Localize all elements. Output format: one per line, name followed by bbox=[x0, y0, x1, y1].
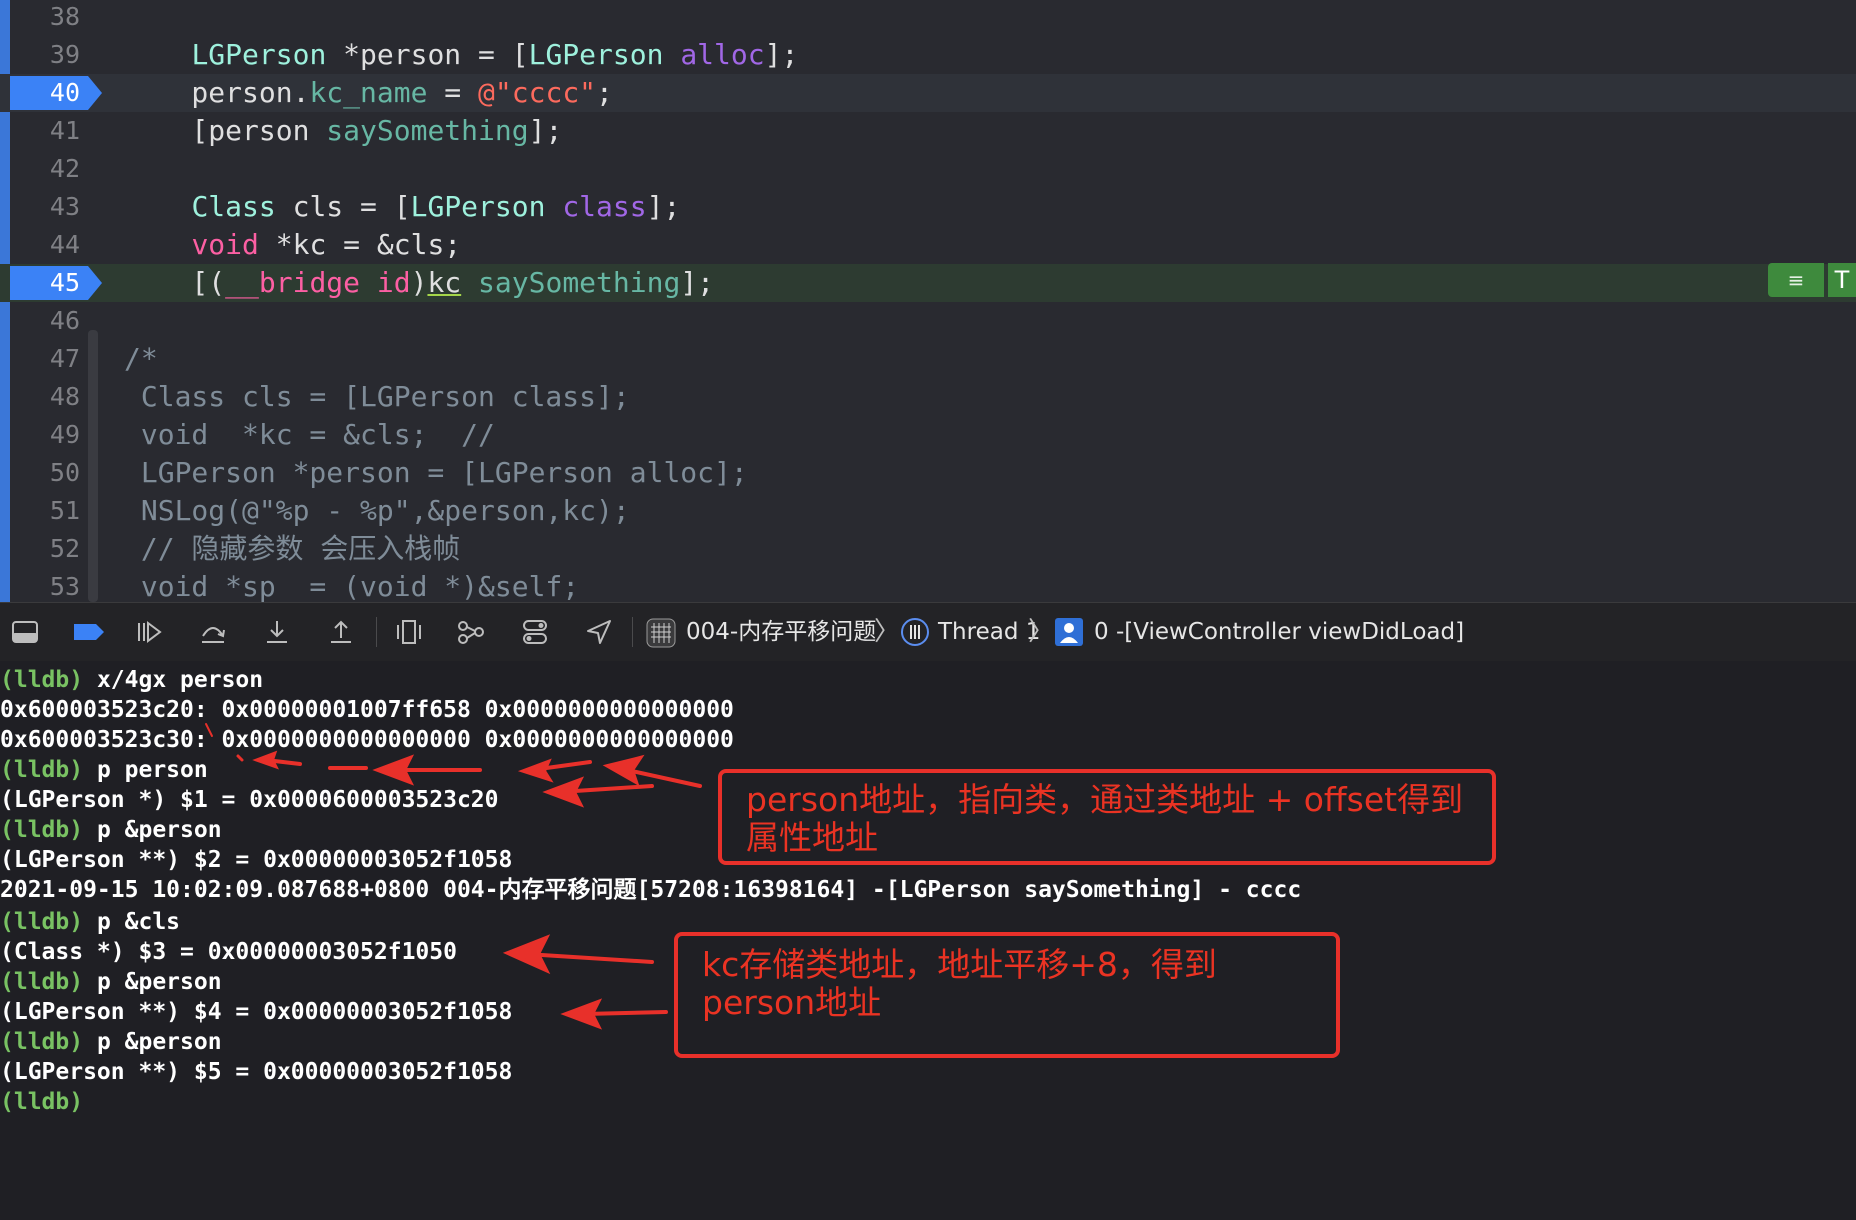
arrow-to-cls-address bbox=[524, 952, 654, 964]
arrowhead bbox=[517, 758, 554, 783]
arrow-to-person-pointer bbox=[582, 1010, 668, 1016]
arrow-dash bbox=[205, 723, 213, 737]
arrowhead bbox=[542, 776, 585, 808]
annotation-arrows bbox=[205, 723, 702, 1030]
arrowhead bbox=[560, 998, 603, 1030]
arrow-dash bbox=[236, 754, 244, 762]
arrowhead bbox=[252, 750, 280, 770]
arrowhead bbox=[372, 754, 415, 786]
